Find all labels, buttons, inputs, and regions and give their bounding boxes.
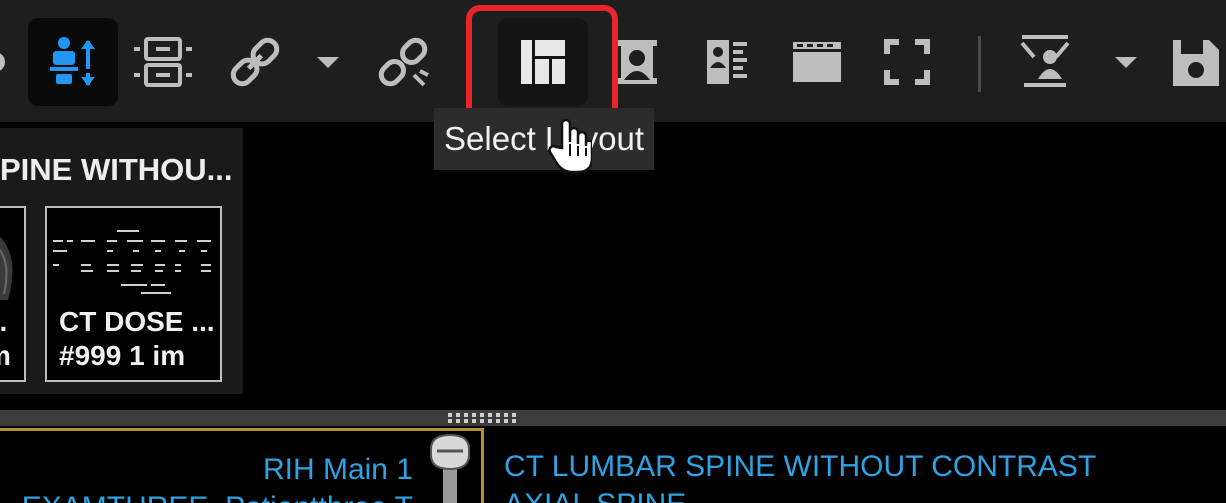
presets-button[interactable] [1000,18,1090,106]
viewport-right[interactable]: CT LUMBAR SPINE WITHOUT CONTRAST AXIAL S… [486,428,1226,503]
layout-highlight-box [466,5,618,121]
thumbnail-count: #999 1 im [59,340,186,371]
report-icon [707,40,747,84]
stack-series-button[interactable] [118,18,208,106]
unlink-icon [378,37,429,87]
select-layout-tooltip: Select Layout [434,108,654,170]
panel-splitter[interactable] [0,410,1226,426]
person-sync-icon [50,37,95,86]
unlink-button[interactable] [358,18,448,106]
viewport-study-label: CT LUMBAR SPINE WITHOUT CONTRAST [504,450,1097,483]
dose-report-preview-icon [53,230,211,294]
fullscreen-icon [884,39,930,85]
partial-circle-icon [0,53,5,71]
link-options-dropdown[interactable] [288,18,368,106]
series-thumbnail[interactable]: CT DOSE ... #999 1 im [45,206,222,382]
save-button[interactable] [1150,18,1226,106]
hand-cursor-icon [548,118,592,174]
series-thumbnail[interactable]: ... m [0,206,26,382]
save-icon [1173,40,1219,86]
stack-layers-icon [134,37,192,87]
thumbnail-title: ... [0,306,8,337]
viewport-series-label: AXIAL SPINE [504,488,686,503]
grip-handle-icon [448,413,516,423]
report-button[interactable] [682,18,772,106]
fullscreen-button[interactable] [862,18,952,106]
thumbnail-title: CT DOSE ... [59,306,215,337]
series-title: PINE WITHOU... [0,152,233,187]
link-icon [230,37,280,87]
stack-sync-button[interactable] [28,18,118,106]
window-icon [793,42,841,82]
viewport-left[interactable]: RIH Main 1 EXAMTHREE, Patientthree T [0,428,484,503]
window-view-button[interactable] [772,18,862,106]
scroll-handle-icon[interactable] [425,431,475,503]
scan-image-icon [0,236,13,300]
person-tool-icon [1020,35,1070,87]
caret-down-icon [317,57,339,68]
thumbnail-count: m [0,340,11,372]
toolbar-separator [978,36,981,92]
viewport-patient-label: EXAMTHREE, Patientthree T [22,491,413,503]
main-toolbar [0,0,1226,122]
link-button[interactable] [210,18,300,106]
viewport-institution-label: RIH Main 1 [262,453,413,486]
series-panel: PINE WITHOU... ... m CT DOSE ... #999 1 … [0,128,243,394]
caret-down-icon [1115,57,1137,68]
